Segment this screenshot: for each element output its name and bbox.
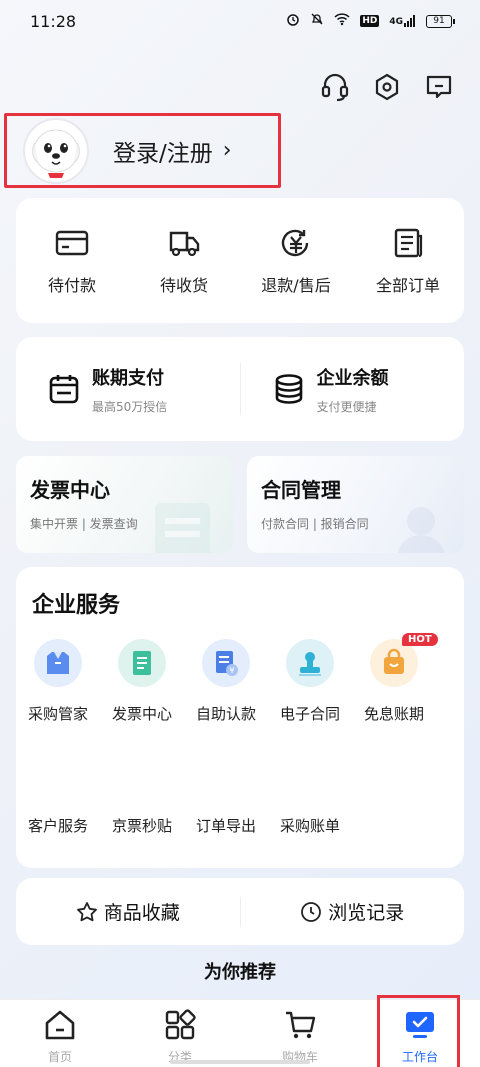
gear-icon	[375, 73, 399, 101]
active-tab-highlight	[377, 995, 460, 1067]
joy-dog-avatar-icon	[32, 129, 80, 178]
login-register-label: 登录/注册	[113, 140, 213, 167]
invoice-watermark-icon	[155, 503, 210, 553]
order-item-label: 待付款	[47, 276, 96, 295]
database-icon	[275, 374, 302, 404]
home-indicator	[170, 1060, 310, 1064]
service-label: 发票中心	[111, 705, 172, 723]
signal-label: 4G	[389, 17, 403, 27]
mute-icon	[310, 12, 324, 30]
browse-history-button[interactable]: 浏览记录	[241, 898, 465, 925]
tab-home[interactable]: 首页	[0, 1000, 120, 1067]
service-e-contract[interactable]: 电子合同	[268, 639, 352, 724]
avatar	[23, 117, 89, 184]
tab-category[interactable]: 分类	[120, 1000, 240, 1067]
chevron-right-icon: ›	[222, 138, 232, 163]
truck-icon	[169, 231, 200, 257]
favorites-history-card: 商品收藏 浏览记录	[16, 878, 464, 945]
order-refund-aftersale[interactable]: 退款/售后	[240, 198, 352, 323]
signal-icon: 4G	[389, 15, 416, 27]
finance-subtitle: 支付更便捷	[316, 399, 377, 414]
messages-button[interactable]	[424, 70, 454, 104]
tab-label: 首页	[47, 1050, 72, 1064]
top-actions	[320, 70, 454, 104]
shopping-bag-icon	[370, 639, 418, 687]
orders-card: 待付款 待收货 退款/售后 全部订单	[16, 198, 464, 323]
battery-indicator: 91	[426, 14, 455, 28]
service-purchase-bill[interactable]: 采购账单	[268, 815, 352, 836]
finance-title: 企业余额	[316, 367, 389, 389]
service-label: 免息账期	[363, 705, 424, 723]
invoice-icon	[118, 639, 166, 687]
customer-service-button[interactable]	[320, 70, 350, 104]
service-text-links: 客户服务 京票秒贴 订单导出 采购账单	[16, 815, 352, 836]
contract-watermark-icon	[397, 507, 445, 553]
service-jd-bill-discount[interactable]: 京票秒贴	[100, 815, 184, 836]
status-time: 11:28	[30, 11, 77, 31]
recommend-section-title: 为你推荐	[204, 962, 276, 983]
order-pending-receipt[interactable]: 待收货	[128, 198, 240, 323]
finance-subtitle: 最高50万授信	[92, 399, 168, 414]
service-purchase-manager[interactable]: 采购管家	[16, 639, 100, 724]
service-order-export[interactable]: 订单导出	[184, 815, 268, 836]
clock-icon	[301, 901, 322, 922]
order-item-label: 退款/售后	[261, 276, 331, 295]
wifi-icon	[334, 12, 350, 30]
service-label: 电子合同	[279, 705, 340, 723]
order-item-label: 全部订单	[375, 276, 440, 295]
history-label: 浏览记录	[328, 902, 405, 924]
finance-card: 账期支付 最高50万授信 企业余额 支付更便捷	[16, 337, 464, 441]
service-label: 采购管家	[27, 705, 88, 723]
service-grid: 采购管家 发票中心 ¥ 自助认款 电子合同 HOT 免息账期	[16, 633, 438, 724]
home-icon	[45, 1010, 75, 1040]
headset-icon	[321, 73, 349, 102]
message-icon	[426, 75, 452, 99]
purchase-manager-icon	[34, 639, 82, 687]
service-interest-free-credit[interactable]: HOT 免息账期	[352, 633, 438, 724]
service-label: 自助认款	[195, 705, 256, 723]
enterprise-services-card: 企业服务 采购管家 发票中心 ¥ 自助认款 电子合同 HOT 免息账期 客户服务…	[16, 567, 464, 868]
hd-icon: HD	[360, 15, 380, 27]
favorites-label: 商品收藏	[103, 902, 180, 924]
order-all[interactable]: 全部订单	[352, 198, 464, 323]
status-bar: 11:28 HD 4G 91	[0, 0, 480, 42]
self-payment-icon: ¥	[202, 639, 250, 687]
service-self-payment[interactable]: ¥ 自助认款	[184, 639, 268, 724]
status-icons: HD 4G 91	[286, 12, 455, 30]
alarm-icon	[286, 12, 300, 30]
stamp-icon	[286, 639, 334, 687]
settings-button[interactable]	[372, 70, 402, 104]
section-title: 企业服务	[32, 593, 121, 618]
refund-icon	[281, 229, 309, 257]
calendar-icon	[49, 375, 79, 404]
star-icon	[76, 901, 97, 921]
tab-cart[interactable]: 购物车	[240, 1000, 360, 1067]
product-favorites-button[interactable]: 商品收藏	[16, 898, 240, 925]
service-invoice-center[interactable]: 发票中心	[100, 639, 184, 724]
finance-title: 账期支付	[92, 367, 164, 389]
cart-icon	[286, 1011, 316, 1039]
wallet-card-icon	[55, 230, 89, 256]
credit-payment-entry[interactable]: 账期支付 最高50万授信	[16, 364, 240, 415]
svg-text:¥: ¥	[229, 666, 234, 675]
enterprise-balance-entry[interactable]: 企业余额 支付更便捷	[241, 364, 465, 415]
contract-management-card[interactable]: 合同管理 付款合同 | 报销合同	[247, 456, 464, 553]
service-customer-service[interactable]: 客户服务	[16, 815, 100, 836]
login-register-button[interactable]: 登录/注册 ›	[4, 113, 281, 188]
invoice-center-card[interactable]: 发票中心 集中开票 | 发票查询	[16, 456, 233, 553]
order-list-icon	[394, 228, 423, 258]
hot-badge: HOT	[402, 633, 438, 646]
order-item-label: 待收货	[159, 276, 208, 295]
category-icon	[165, 1009, 196, 1040]
order-pending-payment[interactable]: 待付款	[16, 198, 128, 323]
